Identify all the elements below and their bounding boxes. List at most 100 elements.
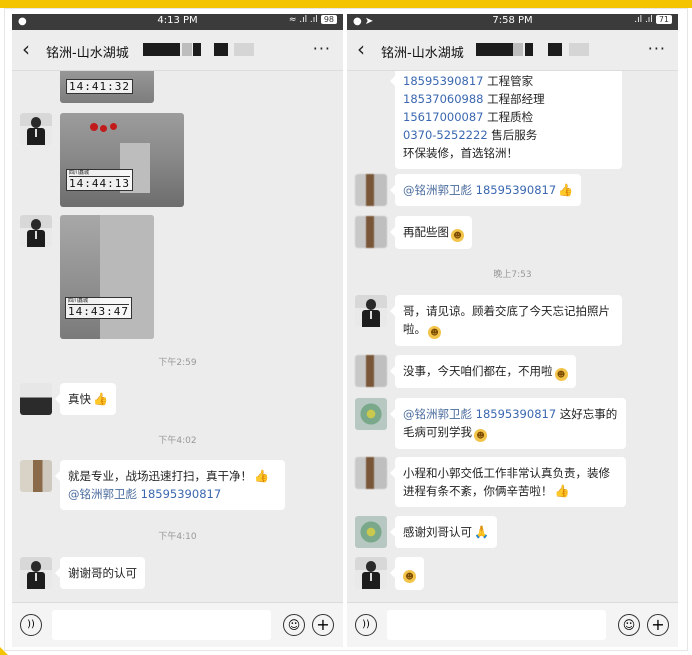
message-bubble[interactable]: 就是专业，战场迅速打扫，真干净！ 👍 @铭洲郭卫彪 18595390817	[55, 460, 285, 510]
corner-accent	[0, 647, 8, 655]
message-row: 就是专业，战场迅速打扫，真干净！ 👍 @铭洲郭卫彪 18595390817	[12, 460, 343, 512]
signal-icons: ≈ .ıl .ıl 98	[289, 15, 337, 25]
avatar[interactable]	[355, 216, 387, 248]
message-bubble[interactable]: @铭洲郭卫彪 18595390817 这好忘事的 毛病可别学我 ☻	[390, 398, 626, 449]
chat-header: ‹ 铭洲-山水湖城 ···	[12, 30, 343, 71]
grin-emoji: ☻	[474, 429, 487, 442]
avatar[interactable]	[20, 460, 52, 492]
chat-title: 铭洲-山水湖城	[381, 46, 464, 61]
status-time: 7:58 PM	[492, 15, 533, 26]
back-icon[interactable]: ‹	[357, 37, 365, 61]
message-row: 哥，请见谅。顾着交底了今天忘记拍照片啦。 ☻	[347, 295, 678, 347]
avatar[interactable]	[20, 557, 52, 589]
battery-icon: 98	[320, 15, 337, 24]
status-bar: ● 4:13 PM ≈ .ıl .ıl 98	[12, 14, 343, 30]
message-bubble[interactable]: 感谢刘哥认可 🙏	[390, 516, 497, 548]
avatar[interactable]	[355, 355, 387, 387]
chat-header: ‹ 铭洲-山水湖城 ···	[347, 30, 678, 71]
message-row: 谢谢哥的认可	[12, 557, 343, 591]
message-row: ☻	[347, 557, 678, 591]
photo-message[interactable]: 四川鑫城 14:43:47	[60, 215, 154, 339]
plus-icon[interactable]: +	[312, 614, 334, 636]
emoji-icon[interactable]: ☺	[618, 614, 640, 636]
message-input[interactable]	[52, 610, 271, 640]
message-input[interactable]	[387, 610, 606, 640]
redacted-block	[525, 43, 533, 56]
photo-message[interactable]: 14:41:32	[60, 71, 154, 103]
smile-emoji: ☻	[554, 368, 568, 381]
battery-icon: 71	[655, 15, 672, 24]
grimace-emoji: ☻	[428, 326, 441, 339]
thumbs-up-emoji: 👍	[554, 484, 570, 498]
status-bar: ● ➤ 7:58 PM .ıl .ıl 71	[347, 14, 678, 30]
avatar[interactable]	[355, 398, 387, 430]
redacted-block	[143, 43, 180, 56]
message-row: 四川鑫城 14:43:47	[12, 215, 343, 341]
avatar[interactable]	[355, 295, 387, 327]
more-options-icon[interactable]: ···	[313, 39, 331, 58]
left-phone-screen: ● 4:13 PM ≈ .ıl .ıl 98 ‹ 铭洲-山水湖城 ··· 14:4…	[12, 14, 343, 647]
message-bubble[interactable]: 再配些图 ☻	[390, 216, 472, 249]
photo-timestamp: 14:41:32	[66, 79, 133, 94]
message-row: @铭洲郭卫彪 18595390817 👍	[347, 174, 678, 208]
message-bubble[interactable]: ☻	[390, 557, 424, 590]
photo-timestamp: 四川鑫城 14:43:47	[65, 297, 132, 319]
voice-input-icon[interactable]: ))	[355, 614, 377, 636]
message-row: 感谢刘哥认可 🙏	[347, 516, 678, 550]
message-bubble[interactable]: 真快 👍	[55, 383, 116, 415]
avatar[interactable]	[20, 113, 52, 145]
thumbs-up-emoji: 👍	[93, 392, 108, 406]
avatar[interactable]	[20, 383, 52, 415]
right-phone-screen: ● ➤ 7:58 PM .ıl .ıl 71 ‹ 铭洲-山水湖城 ··· 1859…	[347, 14, 678, 647]
timestamp: 下午4:10	[158, 532, 197, 542]
avatar[interactable]	[355, 557, 387, 589]
emoji-icon[interactable]: ☺	[283, 614, 305, 636]
contact-line: 0370-5252222 售后服务	[403, 128, 538, 142]
redacted-block	[234, 43, 254, 56]
timestamp: 下午4:02	[158, 436, 197, 446]
thumbs-up-emoji: 👍	[558, 183, 574, 197]
redacted-block	[182, 43, 192, 56]
timestamp: 晚上7:53	[493, 270, 532, 280]
message-list: 18595390817 工程管家 18537060988 工程部经理 15617…	[347, 71, 678, 603]
message-bubble[interactable]: 谢谢哥的认可	[55, 557, 145, 589]
redacted-block	[513, 43, 523, 56]
redacted-block	[548, 43, 562, 56]
redacted-block	[193, 43, 201, 56]
message-bubble[interactable]: 哥，请见谅。顾着交底了今天忘记拍照片啦。 ☻	[390, 295, 622, 346]
photo-message[interactable]: 四川鑫城 14:44:13	[60, 113, 184, 207]
photo-timestamp: 四川鑫城 14:44:13	[66, 169, 133, 191]
smile-emoji: ☻	[451, 229, 464, 242]
message-bubble[interactable]: @铭洲郭卫彪 18595390817 👍	[389, 174, 582, 206]
input-bar: )) ☺ +	[12, 602, 343, 647]
thumbs-up-emoji: 👍	[254, 469, 269, 483]
contact-card-message[interactable]: 18595390817 工程管家 18537060988 工程部经理 15617…	[390, 71, 622, 169]
message-row: 小程和小郭交低工作非常认真负责，装修进程有条不紊，你俩辛苦啦！ 👍	[347, 457, 678, 509]
message-list: 14:41:32 四川鑫城 14:44:13 四川鑫城 14:43:47 下午2…	[12, 71, 343, 603]
message-bubble[interactable]: 小程和小郭交低工作非常认真负责，装修进程有条不紊，你俩辛苦啦！ 👍	[390, 457, 626, 507]
pray-emoji: 🙏	[474, 525, 489, 539]
contact-slogan: 环保装修，首选铭洲！	[403, 146, 518, 160]
message-row: 真快 👍	[12, 383, 343, 417]
message-row: @铭洲郭卫彪 18595390817 这好忘事的 毛病可别学我 ☻	[347, 398, 678, 450]
contact-line: 15617000087 工程质检	[403, 110, 534, 124]
top-accent-stripe	[0, 0, 692, 8]
contact-line: 18537060988 工程部经理	[403, 92, 545, 106]
voice-input-icon[interactable]: ))	[20, 614, 42, 636]
message-row: 再配些图 ☻	[347, 216, 678, 250]
laugh-emoji: ☻	[403, 570, 416, 583]
redacted-block	[476, 43, 513, 56]
chat-title: 铭洲-山水湖城	[46, 46, 129, 61]
avatar[interactable]	[355, 457, 387, 489]
message-bubble[interactable]: 没事，今天咱们都在，不用啦 ☻	[390, 355, 576, 388]
message-row: 四川鑫城 14:44:13	[12, 113, 343, 209]
more-options-icon[interactable]: ···	[648, 39, 666, 58]
plus-icon[interactable]: +	[647, 614, 669, 636]
signal-icons: .ıl .ıl 71	[634, 15, 672, 25]
avatar[interactable]	[355, 174, 387, 206]
redacted-block	[214, 43, 228, 56]
avatar[interactable]	[355, 516, 387, 548]
back-icon[interactable]: ‹	[22, 37, 30, 61]
avatar[interactable]	[20, 215, 52, 247]
redacted-block	[569, 43, 589, 56]
